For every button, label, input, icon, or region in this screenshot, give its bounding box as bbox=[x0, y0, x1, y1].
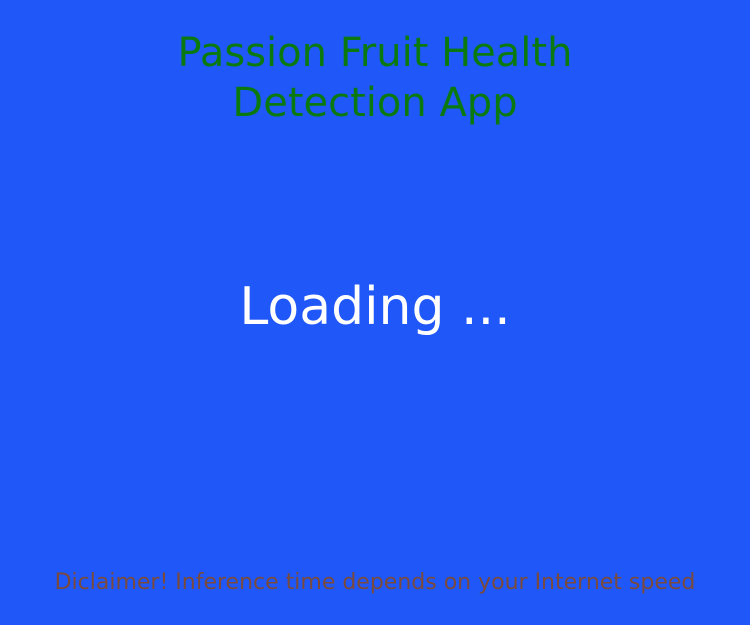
loading-status: Loading ... bbox=[239, 277, 511, 337]
app-title-line-1: Passion Fruit Health bbox=[177, 30, 573, 76]
app-title-line-2: Detection App bbox=[232, 80, 518, 126]
disclaimer-text: Diclaimer! Inference time depends on you… bbox=[54, 570, 696, 595]
app-title: Passion Fruit Health Detection App bbox=[0, 28, 750, 128]
